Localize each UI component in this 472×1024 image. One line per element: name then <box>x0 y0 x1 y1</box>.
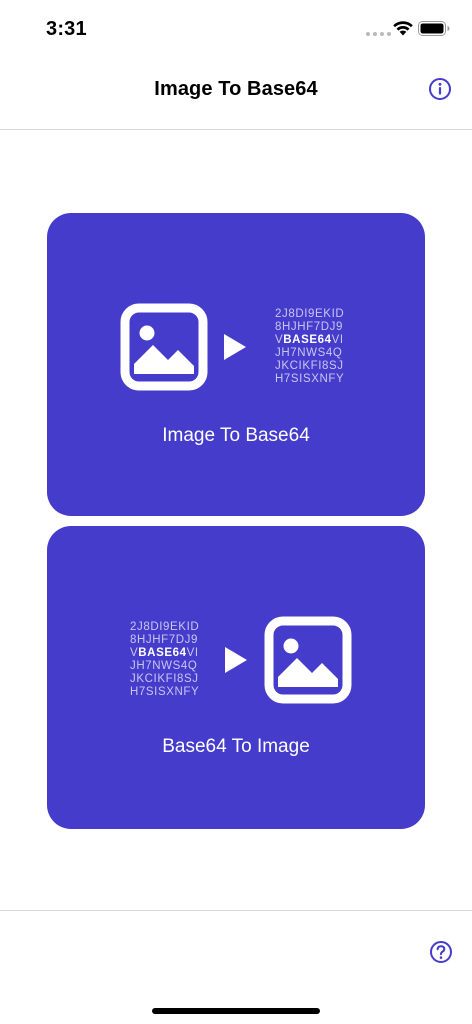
bottom-divider <box>0 910 472 911</box>
home-indicator <box>152 1008 320 1014</box>
code-line: 8HJHF7DJ9 <box>130 634 199 646</box>
wifi-icon <box>393 21 413 36</box>
code-line: JH7NWS4Q <box>130 660 198 672</box>
page-title: Image To Base64 <box>154 78 318 100</box>
code-line: JH7NWS4Q <box>275 347 343 359</box>
code-highlight: BASE64 <box>138 647 187 659</box>
code-line: H7SISXNFY <box>275 373 345 385</box>
status-bar: 3:31 <box>0 0 472 60</box>
battery-icon <box>418 21 450 36</box>
image-icon <box>264 616 352 704</box>
arrow-right-icon <box>224 334 246 360</box>
code-line: 2J8DI9EKID <box>275 308 345 320</box>
code-highlight: BASE64 <box>283 334 332 346</box>
code-line: VBASE64VI <box>130 647 199 660</box>
image-to-base64-card[interactable]: 2J8DI9EKID 8HJHF7DJ9 VBASE64VI JH7NWS4Q … <box>47 213 425 516</box>
code-line: JKCIKFI8SJ <box>275 360 344 372</box>
status-time: 3:31 <box>46 18 87 40</box>
card-label: Base64 To Image <box>162 736 310 757</box>
signal-dots-icon <box>366 32 391 36</box>
info-icon[interactable] <box>428 77 452 101</box>
image-icon <box>120 303 208 391</box>
base64-code-sample: 2J8DI9EKID 8HJHF7DJ9 VBASE64VI JH7NWS4Q … <box>130 621 199 699</box>
arrow-right-icon <box>225 647 247 673</box>
code-line: 2J8DI9EKID <box>130 621 200 633</box>
code-line: JKCIKFI8SJ <box>130 673 199 685</box>
code-fragment: VI <box>186 647 199 659</box>
help-icon[interactable] <box>429 940 453 964</box>
base64-code-sample: 2J8DI9EKID 8HJHF7DJ9 VBASE64VI JH7NWS4Q … <box>275 308 344 386</box>
code-line: H7SISXNFY <box>130 686 200 698</box>
code-fragment: VI <box>331 334 344 346</box>
code-line: 8HJHF7DJ9 <box>275 321 344 333</box>
card-label: Image To Base64 <box>162 425 310 446</box>
base64-to-image-card[interactable]: 2J8DI9EKID 8HJHF7DJ9 VBASE64VI JH7NWS4Q … <box>47 526 425 829</box>
code-line: VBASE64VI <box>275 334 344 347</box>
nav-bar: Image To Base64 <box>0 60 472 130</box>
